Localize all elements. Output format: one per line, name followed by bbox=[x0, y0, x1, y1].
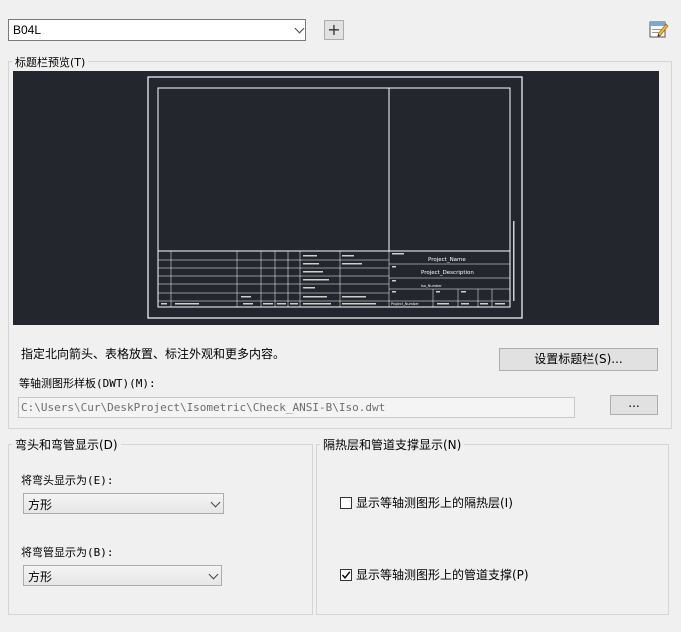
setup-title-block-button[interactable]: 设置标题栏(S)... bbox=[499, 348, 658, 371]
checkmark-icon bbox=[341, 571, 351, 579]
bend-display-value: 方形 bbox=[28, 570, 53, 584]
preview-iso-number: Iso_Number bbox=[421, 284, 442, 288]
title-block-style-value: B04L bbox=[13, 23, 42, 37]
preview-project-name: Project_Name bbox=[428, 257, 466, 263]
template-path-field[interactable]: C:\Users\Cur\DeskProject\Isometric\Check… bbox=[18, 397, 575, 418]
elbow-display-group bbox=[8, 444, 313, 615]
title-block-preview-label: 标题栏预览(T) bbox=[12, 54, 89, 70]
chevron-down-icon bbox=[294, 23, 305, 34]
title-block-drawing: Project_Name Project_Description Iso_Num… bbox=[147, 76, 523, 319]
show-supports-label: 显示等轴测图形上的管道支撑(P) bbox=[356, 568, 529, 582]
chevron-down-icon bbox=[210, 497, 221, 508]
plus-icon: + bbox=[327, 20, 341, 39]
elbow-display-select[interactable]: 方形 bbox=[23, 493, 224, 514]
elbow-display-label: 弯头和弯管显示(D) bbox=[12, 436, 121, 453]
template-label: 等轴测图形样板(DWT)(M): bbox=[19, 377, 156, 390]
title-block-preview: Project_Name Project_Description Iso_Num… bbox=[13, 71, 659, 325]
edit-document-icon bbox=[649, 21, 669, 38]
insulation-display-label: 隔热层和管道支撑显示(N) bbox=[320, 436, 465, 453]
bend-display-as-label: 将弯管显示为(B): bbox=[21, 546, 114, 559]
edit-title-block-button[interactable] bbox=[647, 19, 669, 41]
elbow-display-as-label: 将弯头显示为(E): bbox=[21, 474, 114, 487]
elbow-display-value: 方形 bbox=[28, 498, 53, 512]
show-insulation-checkbox[interactable] bbox=[340, 497, 352, 509]
title-block-style-combo[interactable]: B04L bbox=[8, 19, 306, 41]
bend-display-select[interactable]: 方形 bbox=[23, 565, 222, 586]
show-supports-checkbox[interactable] bbox=[340, 569, 352, 581]
show-insulation-label: 显示等轴测图形上的隔热层(I) bbox=[356, 496, 513, 510]
preview-project-number: Project_Number bbox=[391, 302, 419, 306]
insulation-display-group bbox=[316, 444, 669, 615]
preview-project-description: Project_Description bbox=[421, 270, 474, 276]
browse-template-button[interactable]: ... bbox=[610, 395, 658, 415]
description-text: 指定北向箭头、表格放置、标注外观和更多内容。 bbox=[21, 347, 286, 361]
add-title-block-button[interactable]: + bbox=[324, 20, 344, 40]
chevron-down-icon bbox=[208, 569, 219, 580]
